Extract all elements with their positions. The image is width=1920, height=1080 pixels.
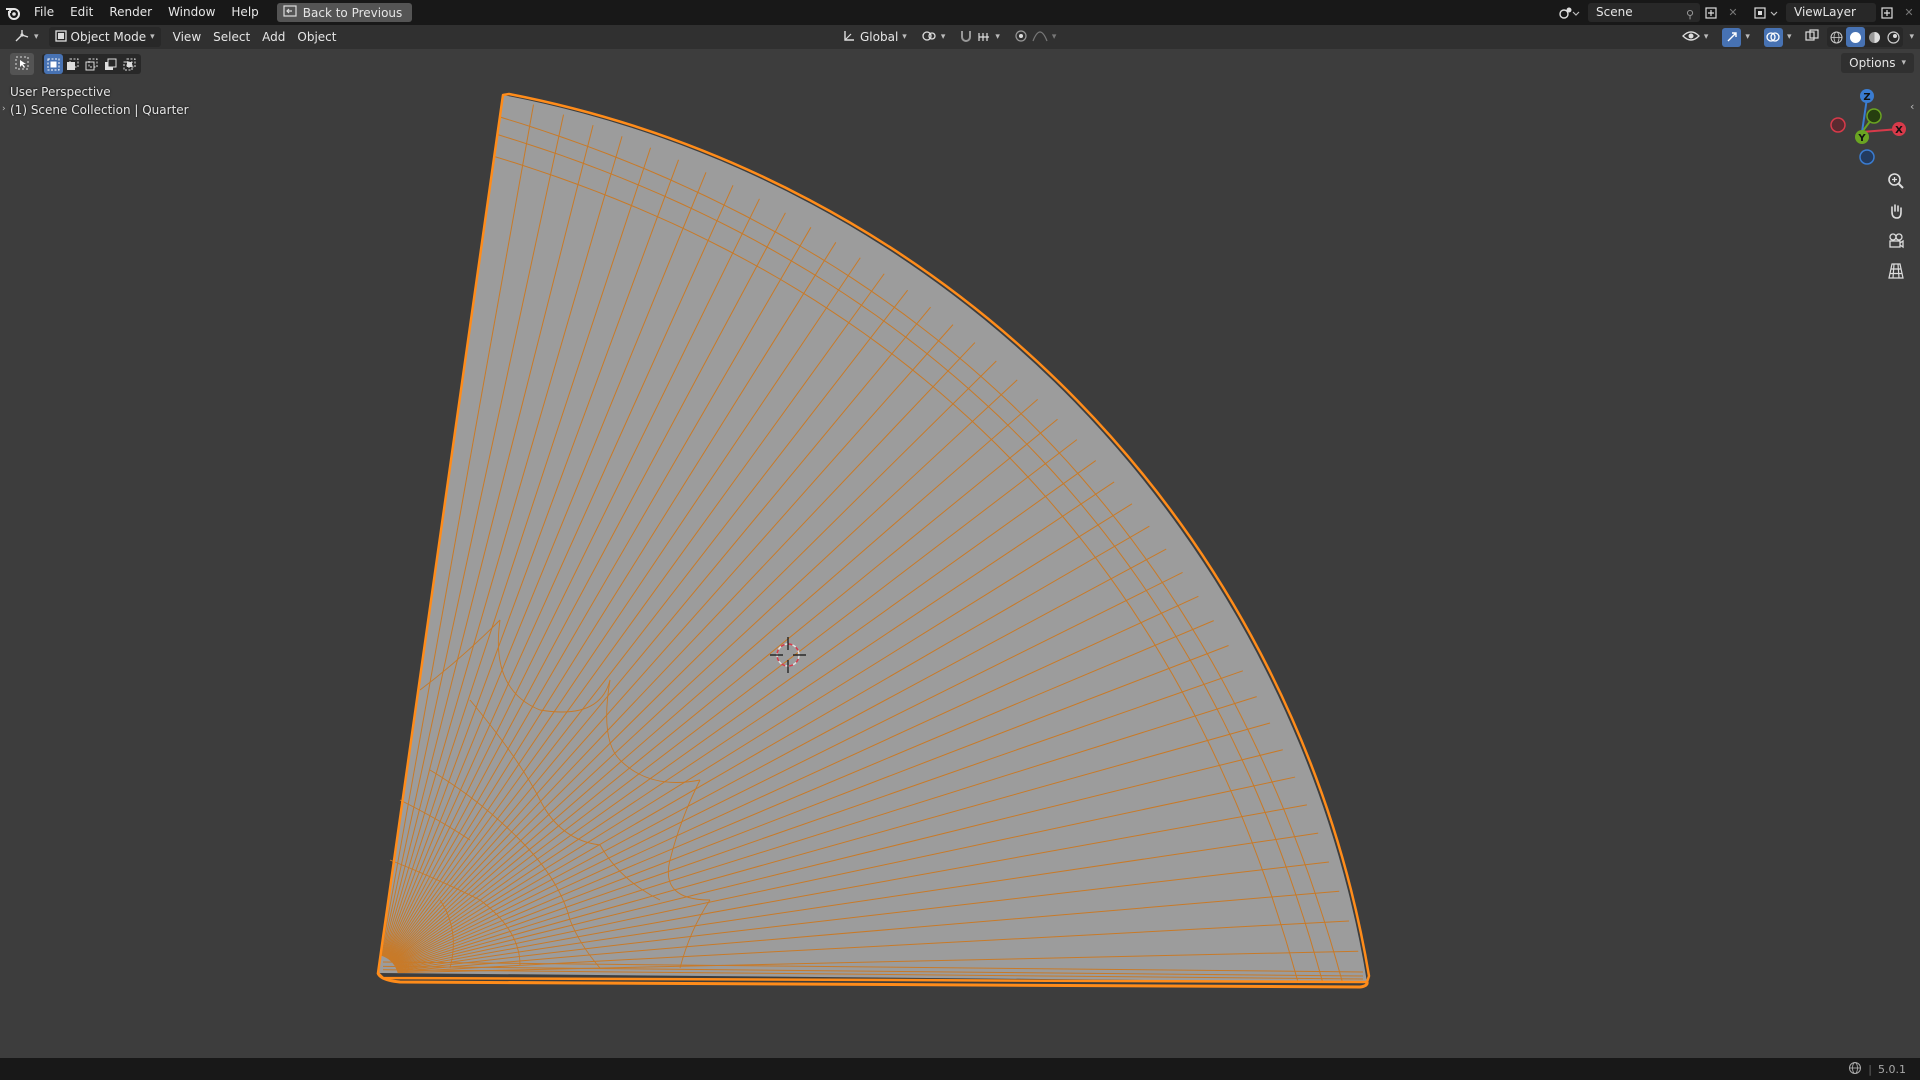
magnet-icon — [959, 29, 973, 46]
viewport-perspective-label: User Perspective — [10, 85, 111, 99]
gizmo-neg-x[interactable] — [1830, 117, 1846, 133]
chevron-down-icon: ▾ — [902, 32, 907, 42]
menu-file[interactable]: File — [26, 0, 62, 25]
gizmo-y-label: Y — [1857, 133, 1866, 144]
view-layer-field[interactable]: ViewLayer — [1786, 3, 1876, 22]
zoom-icon[interactable] — [1883, 168, 1909, 194]
view-layer-name: ViewLayer — [1794, 5, 1856, 19]
menu-window[interactable]: Window — [160, 0, 223, 25]
viewport-header: ▾ Object Mode ▾ View Select Add Object G… — [0, 25, 1920, 49]
chevron-down-icon: ▾ — [1703, 32, 1709, 42]
network-globe-icon[interactable] — [1848, 1061, 1862, 1078]
gizmo-x-label: X — [1895, 125, 1903, 136]
solid-shading-icon[interactable] — [1846, 27, 1866, 47]
chevron-down-icon: ▾ — [995, 32, 1000, 42]
chevron-right-icon[interactable]: › — [2, 104, 6, 114]
mesh-face-fill — [378, 95, 1367, 982]
snap-toggle[interactable]: ▾ — [953, 27, 1006, 47]
chevron-down-icon: ▾ — [940, 32, 946, 42]
top-right-controls: Scene ⚲ ✕ ViewLayer ✕ — [1554, 0, 1920, 25]
visibility-dropdown[interactable]: ▾ — [1676, 27, 1715, 47]
menu-render[interactable]: Render — [101, 0, 160, 25]
transform-tools: Global ▾ ▾ ▾ ▾ — [836, 25, 1062, 49]
chevron-down-icon: ▾ — [150, 32, 155, 42]
gizmo-z-label: Z — [1863, 92, 1870, 103]
falloff-icon — [1032, 29, 1048, 46]
view-layer-browse-icon[interactable] — [1750, 3, 1782, 22]
menu-edit[interactable]: Edit — [62, 0, 101, 25]
viewport-collection-label: (1) Scene Collection | Quarter — [10, 103, 189, 117]
status-bar: | 5.0.1 — [0, 1058, 1920, 1080]
camera-view-icon[interactable] — [1883, 228, 1909, 254]
separator: | — [1868, 1063, 1872, 1076]
wireframe-shading-icon[interactable] — [1827, 27, 1846, 47]
shading-options-chevron-icon[interactable]: ▾ — [1909, 32, 1914, 42]
back-to-previous-label: Back to Previous — [302, 5, 403, 20]
object-mode-icon — [54, 29, 67, 45]
version-info: | 5.0.1 — [1848, 1061, 1906, 1078]
snap-increment-icon — [977, 29, 991, 46]
gizmo-icon — [1722, 27, 1742, 47]
back-to-previous-button[interactable]: Back to Previous — [276, 3, 413, 22]
viewport-display-tools: ▾ ▾ ▾ ▾ — [1676, 25, 1914, 49]
scene-browse-icon[interactable] — [1554, 3, 1584, 22]
proportional-editing-toggle[interactable]: ▾ — [1008, 27, 1063, 47]
orientation-dropdown[interactable]: Global ▾ — [836, 27, 913, 47]
eye-icon — [1681, 29, 1700, 46]
mode-dropdown[interactable]: Object Mode ▾ — [48, 27, 161, 47]
new-scene-icon[interactable] — [1700, 3, 1722, 22]
gizmo-neg-z[interactable] — [1859, 149, 1875, 165]
navigation-gizmo[interactable]: Z X Y — [1820, 84, 1920, 168]
chevron-down-icon: ▾ — [1051, 32, 1057, 42]
scene-name: Scene — [1596, 5, 1633, 19]
xray-toggle[interactable] — [1799, 27, 1825, 47]
rendered-shading-icon[interactable] — [1884, 27, 1903, 47]
pin-icon[interactable]: ⚲ — [1686, 5, 1694, 24]
overlays-toggle[interactable]: ▾ — [1758, 27, 1798, 47]
quarter-mesh-object[interactable] — [376, 92, 1371, 989]
menu-help[interactable]: Help — [223, 0, 266, 25]
blender-logo-icon[interactable] — [0, 0, 26, 25]
orientation-label: Global — [860, 30, 899, 44]
pan-hand-icon[interactable] — [1883, 198, 1909, 224]
xray-icon — [1805, 28, 1820, 46]
screen-back-icon — [283, 5, 297, 20]
perspective-grid-icon[interactable] — [1883, 258, 1909, 284]
proportional-editing-icon — [1014, 29, 1028, 46]
menu-select[interactable]: Select — [207, 27, 256, 47]
delete-scene-icon[interactable]: ✕ — [1722, 3, 1744, 22]
top-menu-bar: File Edit Render Window Help Back to Pre… — [0, 0, 1920, 25]
menu-object[interactable]: Object — [291, 27, 342, 47]
chevron-down-icon: ▾ — [34, 32, 39, 42]
gizmo-toggle[interactable]: ▾ — [1716, 27, 1756, 47]
overlays-icon — [1763, 27, 1783, 47]
mode-label: Object Mode — [70, 30, 147, 44]
new-view-layer-icon[interactable] — [1876, 3, 1898, 22]
scene-name-field[interactable]: Scene ⚲ — [1588, 3, 1700, 22]
chevron-down-icon: ▾ — [1786, 32, 1792, 42]
3d-viewport[interactable] — [0, 49, 1920, 1058]
gizmo-neg-y[interactable] — [1866, 108, 1882, 124]
pivot-point-dropdown[interactable]: ▾ — [915, 27, 952, 47]
pivot-icon — [921, 29, 937, 46]
transform-orientation-icon — [842, 29, 856, 46]
blender-version: 5.0.1 — [1878, 1063, 1906, 1076]
editor-type-dropdown[interactable]: ▾ — [8, 27, 45, 47]
chevron-down-icon: ▾ — [1745, 32, 1750, 42]
menu-view[interactable]: View — [167, 27, 207, 47]
3d-viewport-icon — [14, 29, 30, 46]
delete-view-layer-icon[interactable]: ✕ — [1898, 3, 1920, 22]
shading-mode-selector — [1827, 27, 1904, 47]
material-preview-icon[interactable] — [1865, 27, 1884, 47]
menu-add[interactable]: Add — [256, 27, 291, 47]
